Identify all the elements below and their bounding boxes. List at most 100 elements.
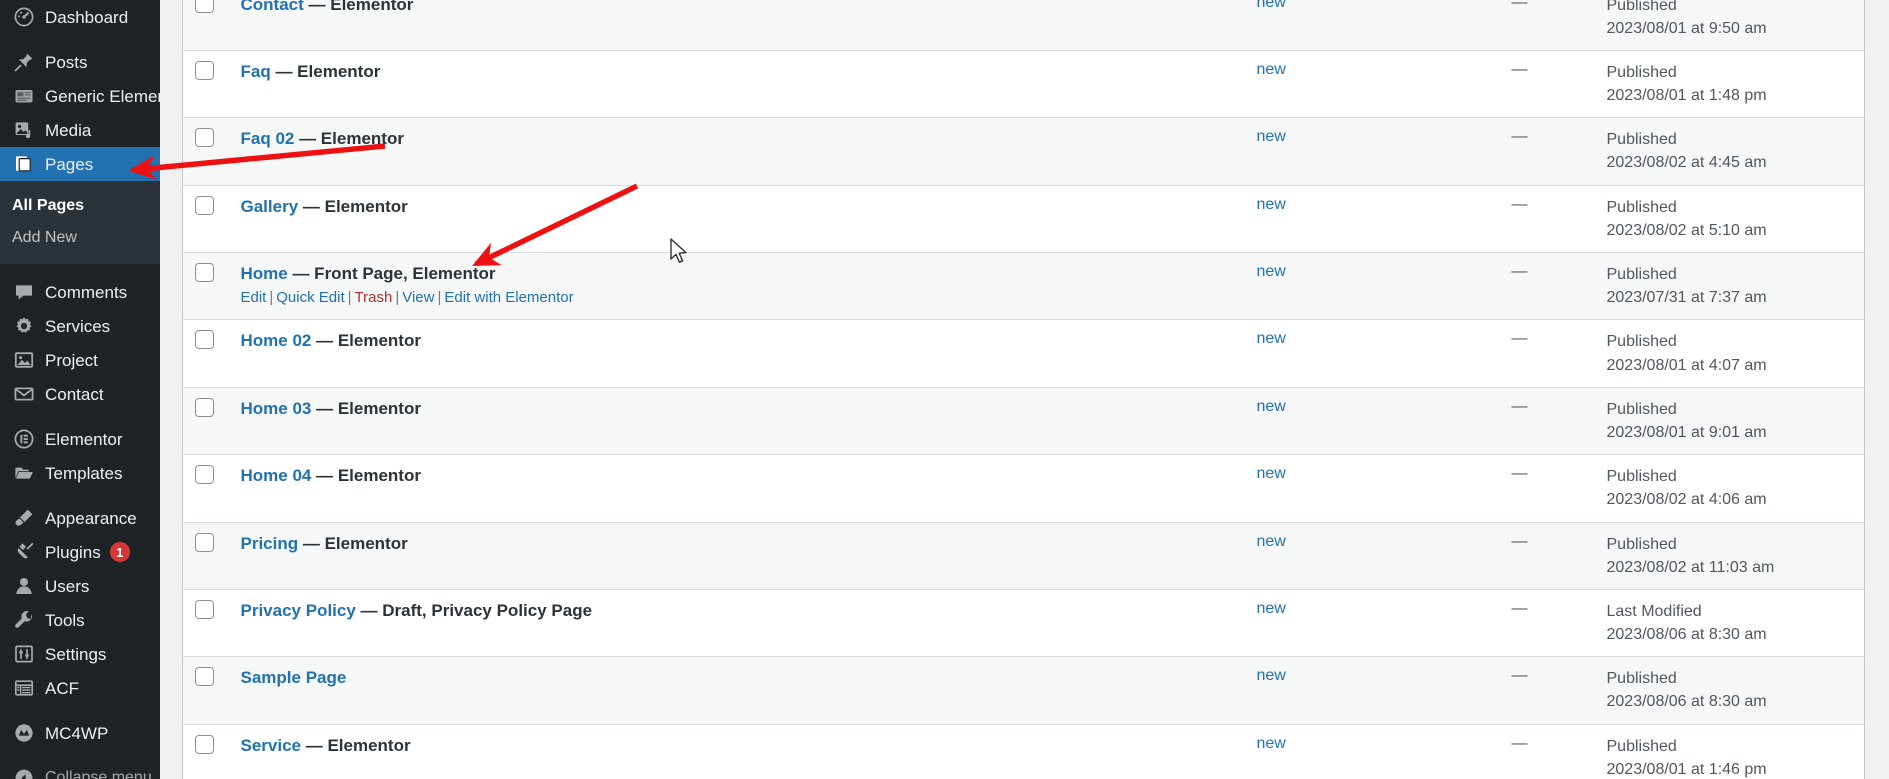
page-title-link[interactable]: Home 04: [241, 466, 312, 485]
author-link[interactable]: new: [1257, 533, 1286, 550]
page-title-link[interactable]: Faq: [241, 62, 271, 81]
date-timestamp: 2023/08/02 at 11:03 am: [1606, 558, 1775, 576]
author-link[interactable]: new: [1257, 667, 1286, 684]
sidebar-item-plugins[interactable]: Plugins 1: [0, 535, 160, 569]
date-status: Published: [1606, 198, 1677, 216]
sidebar-item-services[interactable]: Services: [0, 309, 160, 343]
row-select-checkbox[interactable]: [195, 734, 214, 754]
row-select-checkbox[interactable]: [195, 60, 214, 80]
sidebar-item-project[interactable]: Project: [0, 343, 160, 377]
sidebar-item-settings[interactable]: Settings: [0, 637, 160, 671]
page-title-link[interactable]: Faq 02: [241, 129, 295, 148]
author-link[interactable]: new: [1257, 465, 1286, 482]
table-row[interactable]: Faq 02 — Elementor new — Published 2023/08/0…: [182, 117, 1865, 186]
author-link[interactable]: new: [1257, 128, 1286, 145]
date-cell: Published 2023/08/01 at 1:46 pm: [1607, 735, 1853, 779]
collapse-menu-button[interactable]: Collapse menu: [0, 761, 160, 779]
author-link[interactable]: new: [1257, 263, 1286, 280]
table-row[interactable]: Home 03 — Elementor new — Published 2023/08/…: [182, 387, 1865, 455]
row-select-checkbox[interactable]: [195, 465, 214, 485]
author-link[interactable]: new: [1257, 398, 1286, 415]
row-select-checkbox[interactable]: [195, 599, 214, 619]
row-select-checkbox[interactable]: [195, 532, 214, 552]
sidebar-item-tools[interactable]: Tools: [0, 603, 160, 637]
gear-icon: [12, 314, 36, 338]
sidebar-item-label: Settings: [45, 644, 107, 664]
sidebar-item-label: Generic Elements: [45, 86, 160, 106]
row-select-checkbox[interactable]: [195, 128, 214, 148]
page-post-state: — Elementor: [311, 398, 421, 418]
author-link[interactable]: new: [1257, 196, 1286, 213]
table-row[interactable]: Home 02 — Elementor new — Published 2023/08/…: [182, 320, 1865, 388]
row-select-checkbox[interactable]: [195, 397, 214, 417]
table-row[interactable]: Service — Elementor new — Published 2023/08/…: [183, 724, 1865, 779]
row-checkbox-cell: [183, 657, 229, 724]
row-action-edit-with-elementor[interactable]: Edit with Elementor: [444, 289, 573, 306]
sidebar-item-dashboard[interactable]: Dashboard: [0, 0, 160, 34]
author-link[interactable]: new: [1257, 735, 1286, 752]
submenu-item-all-pages[interactable]: All Pages: [0, 190, 160, 222]
sidebar-item-users[interactable]: Users: [0, 569, 160, 603]
row-select-checkbox[interactable]: [195, 195, 214, 215]
row-title: Faq 02 — Elementor: [241, 128, 1233, 149]
row-actions: Edit | Quick Edit | Trash | View | Edit with Ele…: [241, 287, 1233, 308]
sidebar-item-media[interactable]: Media: [0, 113, 160, 147]
row-action-view[interactable]: View: [402, 289, 434, 306]
sidebar-item-posts[interactable]: Posts: [0, 45, 160, 79]
sidebar-item-contact[interactable]: Contact: [0, 377, 160, 411]
sidebar-item-appearance[interactable]: Appearance: [0, 501, 160, 535]
table-row[interactable]: Privacy Policy — Draft, Privacy Policy P…: [182, 589, 1865, 657]
row-select-checkbox[interactable]: [195, 0, 214, 13]
generic-elements-icon: [12, 84, 36, 108]
row-date-cell: Published 2023/08/01 at 1:46 pm: [1595, 724, 1865, 779]
row-action-quick-edit[interactable]: Quick Edit: [276, 289, 344, 306]
page-title-link[interactable]: Home: [241, 264, 288, 283]
table-row[interactable]: Contact — Elementor new — Published 2023/08/…: [182, 0, 1865, 51]
row-date-cell: Published 2023/08/02 at 4:06 am: [1595, 455, 1865, 522]
sidebar-item-comments[interactable]: Comments: [0, 275, 160, 309]
author-link[interactable]: new: [1257, 61, 1286, 78]
table-row[interactable]: Pricing — Elementor new — Published 2023/08/…: [182, 522, 1865, 590]
page-title-link[interactable]: Privacy Policy: [241, 601, 356, 620]
page-title-link[interactable]: Gallery: [241, 197, 299, 216]
row-select-checkbox[interactable]: [195, 263, 214, 282]
author-link[interactable]: new: [1257, 600, 1286, 617]
table-row[interactable]: Faq — Elementor new — Published 2023/08/01 a…: [182, 50, 1865, 118]
sidebar-item-generic-elements[interactable]: Generic Elements: [0, 79, 160, 113]
page-post-state: — Front Page, Elementor: [287, 264, 496, 283]
page-title-link[interactable]: Home 03: [241, 399, 312, 418]
row-action-trash[interactable]: Trash: [355, 289, 393, 306]
table-row[interactable]: Gallery — Elementor new — Published 2023/08/…: [182, 185, 1865, 253]
page-title-link[interactable]: Contact: [241, 0, 304, 14]
author-link[interactable]: new: [1257, 0, 1286, 11]
sidebar-item-pages[interactable]: Pages: [0, 147, 160, 181]
table-row[interactable]: Home 04 — Elementor new — Published 2023/08/…: [182, 455, 1865, 522]
row-title-cell: Faq — Elementor: [229, 50, 1245, 117]
sidebar-item-mc4wp[interactable]: MC4WP: [0, 716, 160, 750]
table-row[interactable]: Home — Front Page, Elementor Edit | Quick E…: [182, 252, 1865, 320]
row-comments-cell: —: [1445, 657, 1595, 724]
page-title-link[interactable]: Home 02: [241, 331, 312, 350]
row-select-checkbox[interactable]: [195, 330, 214, 350]
page-title-link[interactable]: Service: [241, 736, 302, 755]
sidebar-item-label: Tools: [45, 610, 85, 630]
pages-icon: [12, 152, 36, 176]
sidebar-item-templates[interactable]: Templates: [0, 456, 160, 490]
page-title-link[interactable]: Sample Page: [241, 668, 347, 687]
date-timestamp: 2023/08/01 at 4:07 am: [1606, 356, 1767, 374]
author-link[interactable]: new: [1257, 330, 1286, 347]
sidebar-item-label: MC4WP: [45, 723, 109, 743]
row-checkbox-cell: [183, 455, 229, 522]
row-action-edit[interactable]: Edit: [241, 289, 267, 306]
comments-count: —: [1511, 60, 1528, 78]
menu-separator: [0, 34, 160, 45]
row-select-checkbox[interactable]: [195, 667, 214, 687]
sidebar-item-elementor[interactable]: Elementor: [0, 422, 160, 456]
date-status: Last Modified: [1606, 602, 1702, 620]
date-status: Published: [1606, 400, 1677, 418]
sidebar-item-acf[interactable]: ACF: [0, 671, 160, 705]
table-row[interactable]: Sample Page new — Published 2023/08/06 at 8:…: [182, 656, 1865, 725]
row-date-cell: Published 2023/08/06 at 8:30 am: [1595, 657, 1865, 724]
page-title-link[interactable]: Pricing: [241, 534, 299, 553]
submenu-item-add-new[interactable]: Add New: [0, 222, 160, 254]
